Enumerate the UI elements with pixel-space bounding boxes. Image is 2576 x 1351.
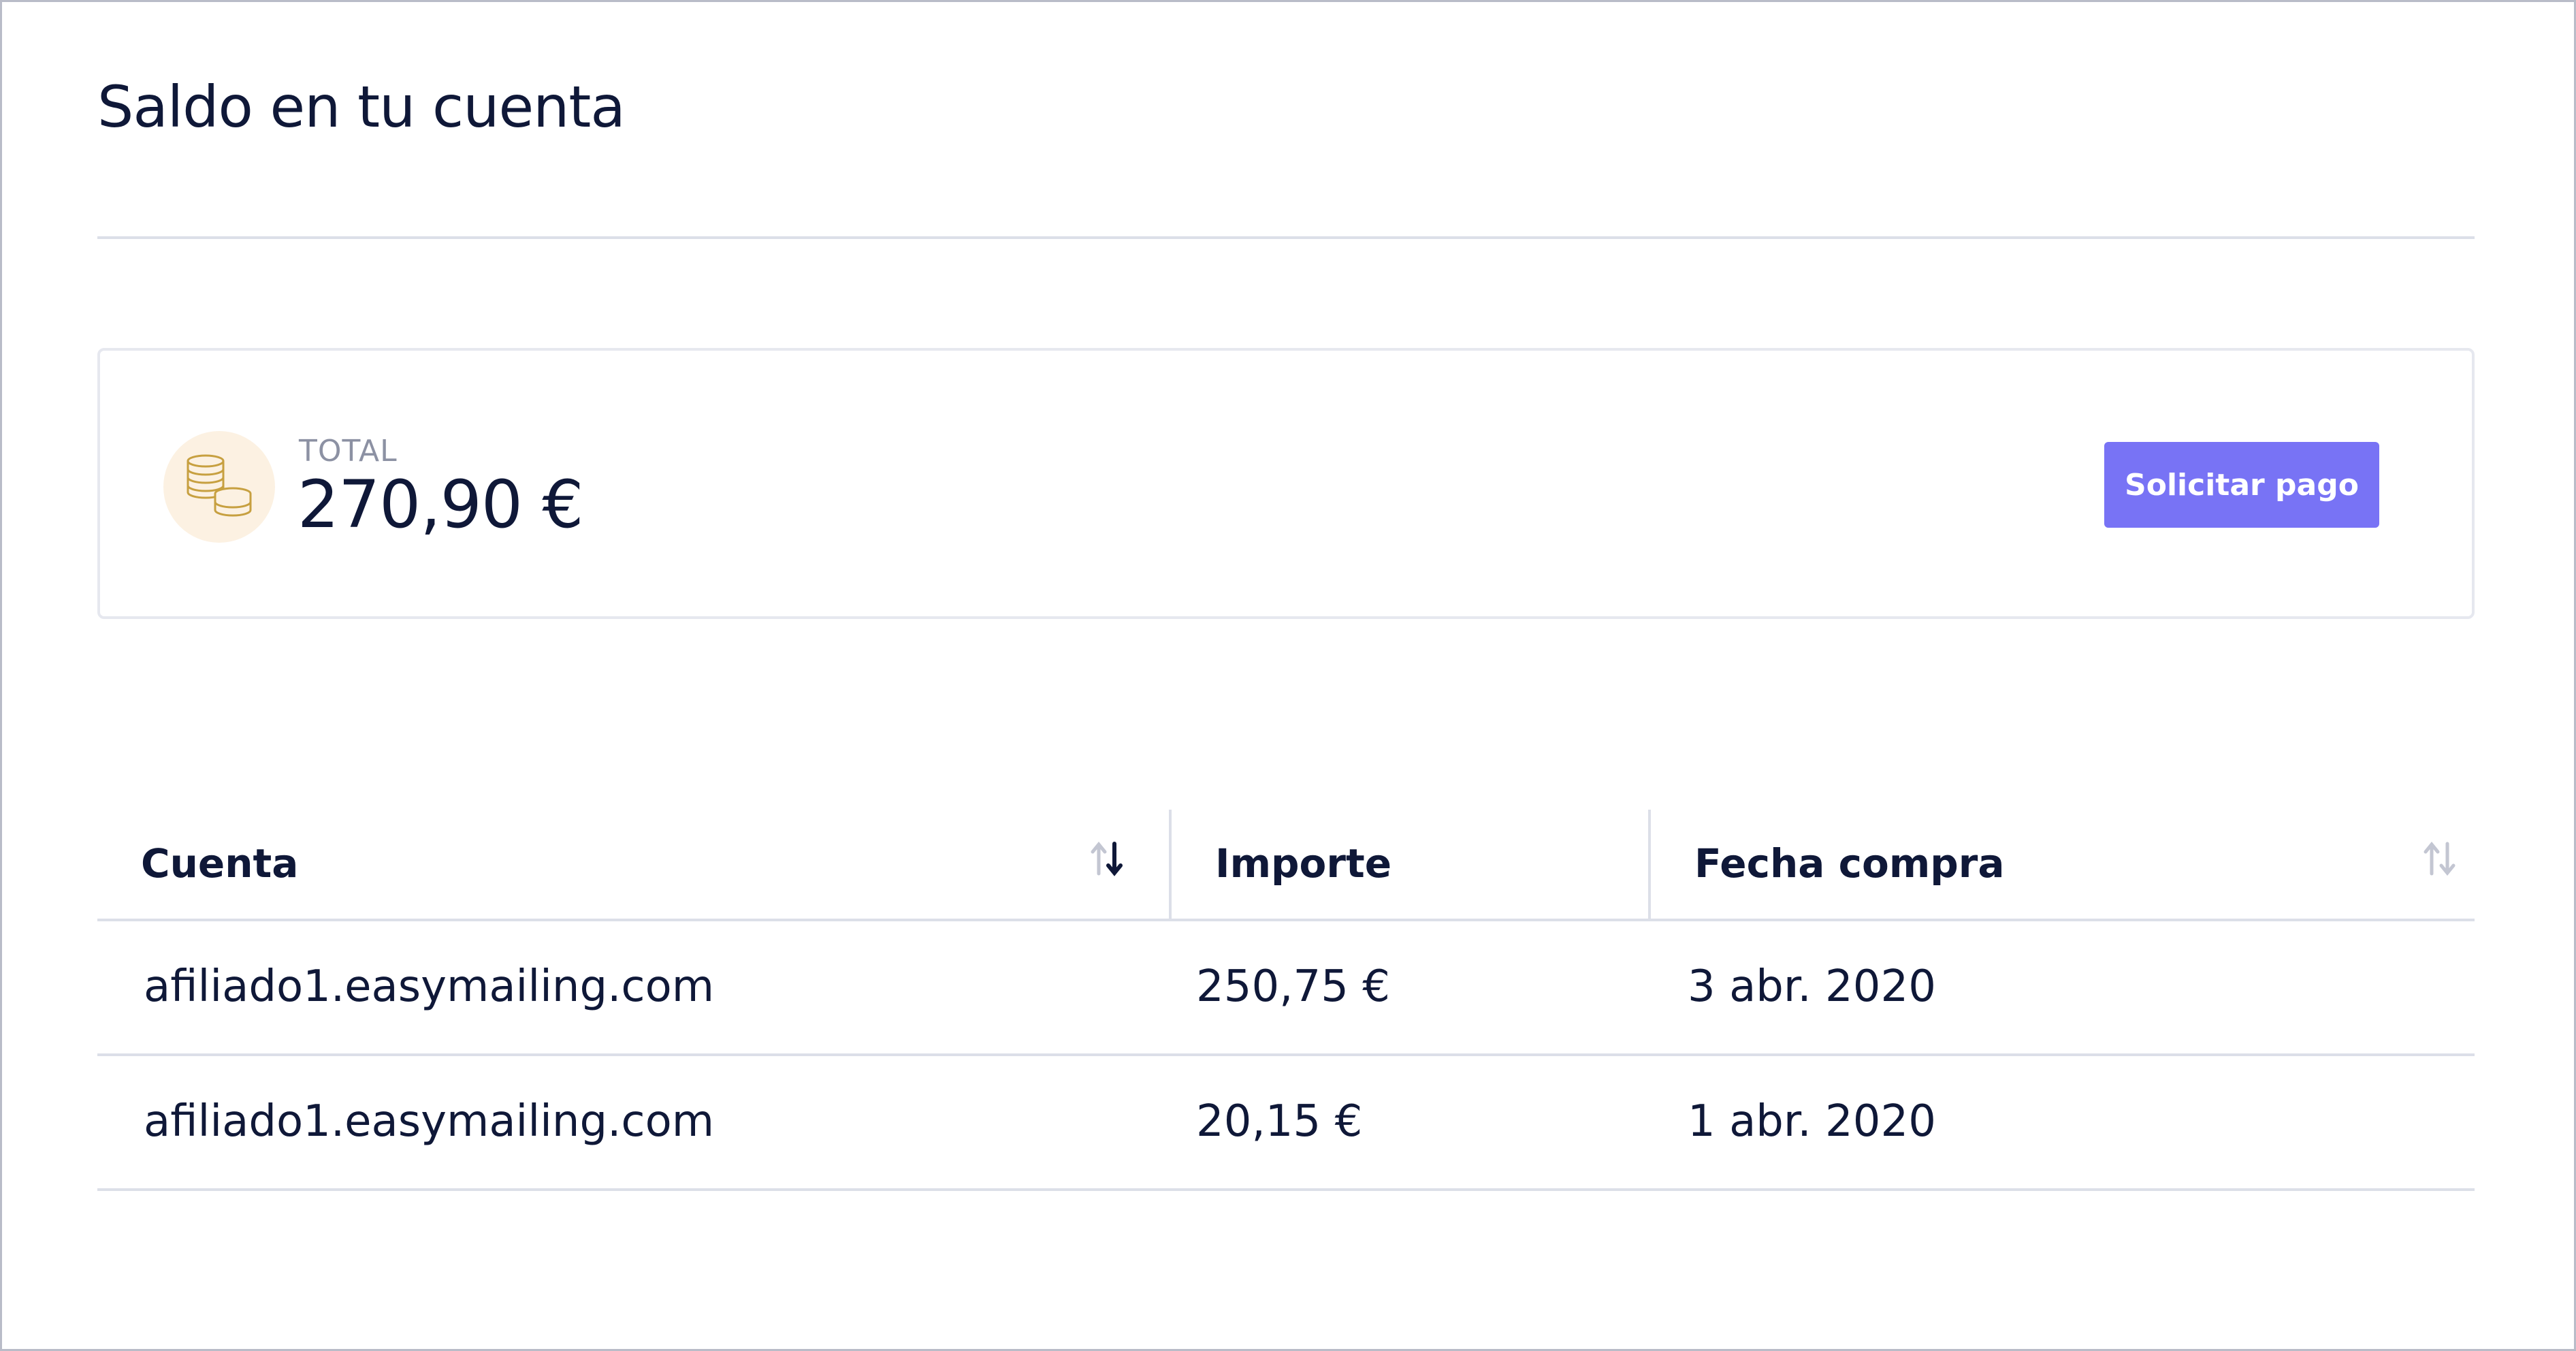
table-row: afiliado1.easymailing.com 20,15 € 1 abr.… [97,1056,2475,1191]
request-payment-button[interactable]: Solicitar pago [2104,442,2379,528]
balance-card: TOTAL 270,90 € Solicitar pago [97,348,2475,619]
coins-badge [163,431,275,543]
total-label: TOTAL [299,434,398,468]
title-divider [97,236,2475,239]
total-amount: 270,90 € [297,466,583,543]
cell-cuenta: afiliado1.easymailing.com [144,1096,715,1147]
column-header-label: Fecha compra [1694,840,2005,887]
column-header-label: Importe [1215,840,1392,887]
column-header-label: Cuenta [141,840,299,887]
cell-importe: 20,15 € [1196,1096,1363,1147]
column-header-importe: Importe [1169,810,1648,919]
cell-fecha: 1 abr. 2020 [1688,1096,1936,1147]
sort-icon[interactable] [2421,838,2458,879]
cell-fecha: 3 abr. 2020 [1688,961,1936,1012]
sort-desc-icon[interactable] [1089,838,1125,879]
earnings-table: Cuenta Importe Fecha compra afiliado1.ea… [97,810,2475,1191]
cell-importe: 250,75 € [1196,961,1390,1012]
cell-cuenta: afiliado1.easymailing.com [144,961,715,1012]
table-row: afiliado1.easymailing.com 250,75 € 3 abr… [97,921,2475,1056]
page-title: Saldo en tu cuenta [97,74,626,140]
table-header: Cuenta Importe Fecha compra [97,810,2475,921]
coins-icon [187,454,252,517]
column-header-cuenta[interactable]: Cuenta [97,810,1169,919]
app-frame: Saldo en tu cuenta TOTAL 270,90 € Solici… [0,0,2576,1351]
column-header-fecha[interactable]: Fecha compra [1648,810,2475,919]
